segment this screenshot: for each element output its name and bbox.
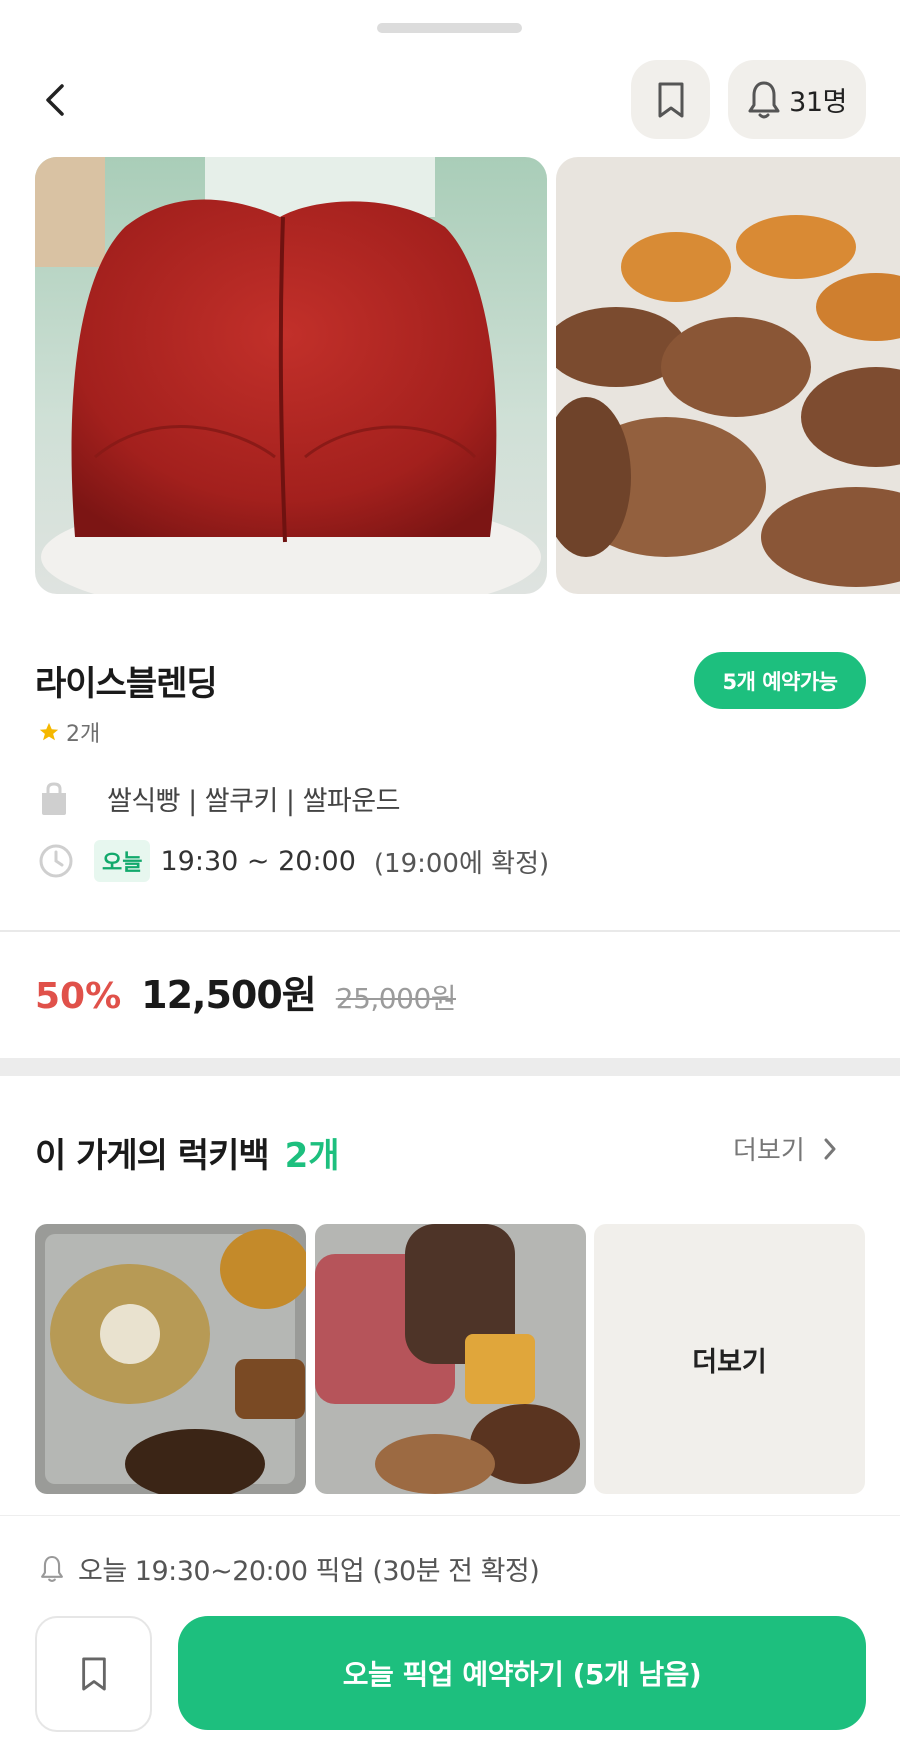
luckybag-more-tile[interactable]: 더보기 (594, 1224, 865, 1494)
bookmark-icon (658, 82, 683, 117)
alarm-count: 31명 (789, 87, 847, 118)
bookmark-button[interactable] (631, 60, 710, 139)
menu-row: 쌀식빵 | 쌀쿠키 | 쌀파운드 (38, 779, 400, 818)
section-divider (0, 1058, 900, 1076)
alarm-button[interactable]: 31명 (728, 60, 866, 139)
back-button[interactable] (30, 68, 78, 132)
bread-photo[interactable] (35, 157, 547, 594)
bell-icon (41, 1555, 63, 1582)
pickup-notice: 오늘 19:30~20:00 픽업 (30분 전 확정) (40, 1549, 540, 1588)
rating[interactable]: 2개 (38, 716, 100, 748)
store-name: 라이스블렌딩 (35, 664, 218, 704)
today-chip: 오늘 (94, 840, 151, 882)
back-icon (46, 84, 64, 116)
luckybag-thumbnail[interactable] (35, 1224, 306, 1494)
save-button[interactable] (35, 1616, 152, 1732)
price-row: 50% 12,500원 25,000원 (35, 964, 457, 1019)
star-icon (39, 722, 59, 741)
shopping-bag-icon (42, 781, 66, 815)
more-link[interactable]: 더보기 (733, 1130, 837, 1167)
menu-items: 쌀식빵 | 쌀쿠키 | 쌀파운드 (107, 786, 400, 817)
more-link-label: 더보기 (733, 1136, 805, 1166)
reserve-button[interactable]: 오늘 픽업 예약하기 (5개 남음) (178, 1616, 866, 1730)
bookmark-icon (81, 1657, 106, 1691)
original-price: 25,000원 (335, 982, 457, 1015)
sheet-grabber[interactable] (377, 23, 522, 33)
sale-price: 12,500원 (141, 973, 317, 1017)
bell-icon (748, 81, 780, 118)
availability-badge: 5개 예약가능 (694, 652, 866, 709)
pickup-time-row: 오늘 19:30 ~ 20:00 (19:00에 확정) (38, 840, 549, 882)
divider (0, 930, 900, 932)
discount-rate: 50% (35, 976, 122, 1017)
luckybag-thumbnail[interactable] (315, 1224, 586, 1494)
rating-count: 2개 (66, 722, 101, 747)
confirm-time: (19:00에 확정) (373, 848, 550, 879)
pickup-time: 19:30 ~ 20:00 (160, 845, 356, 877)
pickup-notice-text: 오늘 19:30~20:00 픽업 (30분 전 확정) (78, 1556, 540, 1587)
photo-gallery[interactable] (35, 157, 900, 594)
section-title-text: 이 가게의 럭키백 (35, 1136, 270, 1176)
madeleine-photo[interactable] (556, 157, 900, 594)
chevron-right-icon (824, 1138, 836, 1159)
luckybag-section-title: 이 가게의 럭키백 2개 (35, 1128, 340, 1177)
section-count: 2개 (284, 1136, 340, 1176)
clock-icon (39, 844, 73, 878)
